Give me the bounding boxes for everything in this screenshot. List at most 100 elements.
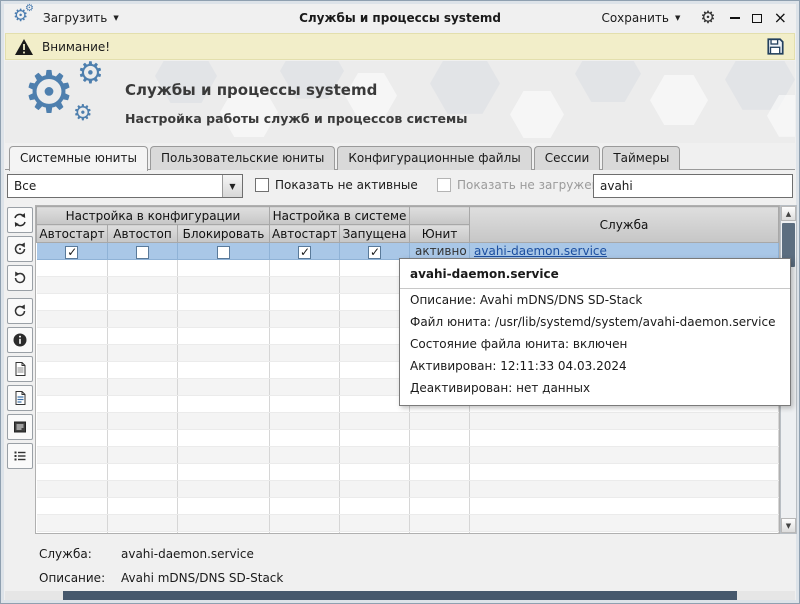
running-checkbox[interactable] xyxy=(368,246,381,259)
close-button[interactable]: × xyxy=(774,13,787,23)
empty-cell xyxy=(37,328,108,345)
autostart-system-checkbox[interactable] xyxy=(298,246,311,259)
show-inactive-checkbox[interactable]: Показать не активные xyxy=(255,178,418,192)
block-checkbox[interactable] xyxy=(217,246,230,259)
tab-config-files[interactable]: Конфигурационные файлы xyxy=(337,146,531,170)
tooltip-title: avahi-daemon.service xyxy=(400,265,790,289)
empty-cell xyxy=(410,515,470,532)
redo-icon xyxy=(12,270,28,286)
empty-cell xyxy=(270,447,340,464)
history-icon xyxy=(12,241,28,257)
table-row[interactable] xyxy=(37,515,779,532)
empty-cell xyxy=(270,464,340,481)
empty-cell xyxy=(270,413,340,430)
save-file-icon-button[interactable] xyxy=(765,36,786,57)
tab-system-units[interactable]: Системные юниты xyxy=(9,146,148,171)
tooltip-unit-file: Файл юнита: /usr/lib/systemd/system/avah… xyxy=(410,311,780,333)
list-button[interactable] xyxy=(7,443,33,469)
empty-cell xyxy=(410,481,470,498)
search-input[interactable] xyxy=(593,174,793,198)
empty-cell xyxy=(270,396,340,413)
checkbox-box xyxy=(437,178,451,192)
info-button[interactable] xyxy=(7,327,33,353)
empty-cell xyxy=(178,345,270,362)
file-edit-button[interactable] xyxy=(7,385,33,411)
horizontal-scrollbar-thumb[interactable] xyxy=(63,591,737,600)
horizontal-scrollbar[interactable] xyxy=(5,591,795,600)
hexagon-shape xyxy=(650,75,708,125)
table-row[interactable] xyxy=(37,498,779,515)
settings-gear-button[interactable]: ⚙ xyxy=(700,8,715,28)
table-row[interactable] xyxy=(37,532,779,535)
hexagon-shape xyxy=(510,91,564,138)
empty-cell xyxy=(178,311,270,328)
checkbox-box[interactable] xyxy=(255,178,269,192)
page-title: Службы и процессы systemd xyxy=(125,81,377,99)
column-header-block[interactable]: Блокировать xyxy=(178,225,270,243)
hexagon-shape xyxy=(430,61,500,114)
autostop-checkbox[interactable] xyxy=(136,246,149,259)
maximize-button[interactable] xyxy=(752,14,762,23)
refresh-button[interactable] xyxy=(7,207,33,233)
undo-button[interactable] xyxy=(7,298,33,324)
empty-cell xyxy=(340,430,410,447)
tab-user-units[interactable]: Пользовательские юниты xyxy=(150,146,335,170)
gears-logo: ⚙ ⚙ ⚙ xyxy=(23,67,123,139)
table-row[interactable] xyxy=(37,447,779,464)
empty-cell xyxy=(37,515,108,532)
table-row[interactable] xyxy=(37,481,779,498)
empty-cell xyxy=(37,379,108,396)
empty-cell xyxy=(178,515,270,532)
service-link[interactable]: avahi-daemon.service xyxy=(474,244,607,258)
column-header-autostart-config[interactable]: Автостарт xyxy=(37,225,108,243)
save-button[interactable]: Сохранить ▼ xyxy=(595,8,686,28)
revert-button[interactable] xyxy=(7,236,33,262)
empty-cell xyxy=(37,532,108,535)
empty-cell xyxy=(270,515,340,532)
autostart-config-checkbox[interactable] xyxy=(65,246,78,259)
empty-cell xyxy=(108,328,178,345)
empty-cell xyxy=(178,328,270,345)
tab-timers[interactable]: Таймеры xyxy=(602,146,680,170)
column-header-autostop[interactable]: Автостоп xyxy=(108,225,178,243)
column-header-unit[interactable]: Юнит xyxy=(410,225,470,243)
column-header-running[interactable]: Запущена xyxy=(340,225,410,243)
scope-select[interactable]: Все ▼ xyxy=(7,174,243,198)
group-header-config[interactable]: Настройка в конфигурации xyxy=(37,207,270,225)
table-row[interactable] xyxy=(37,464,779,481)
group-header-system[interactable]: Настройка в системе xyxy=(270,207,410,225)
empty-cell xyxy=(108,532,178,535)
table-row-selected[interactable]: активно avahi-daemon.service xyxy=(37,243,779,260)
refresh-icon xyxy=(12,212,28,228)
minimize-button[interactable] xyxy=(730,17,740,19)
chevron-down-icon: ▼ xyxy=(675,14,680,22)
empty-cell xyxy=(270,379,340,396)
combo-dropdown-button[interactable]: ▼ xyxy=(222,175,242,197)
empty-cell xyxy=(37,277,108,294)
load-button[interactable]: Загрузить ▼ xyxy=(37,8,125,28)
scroll-down-button[interactable]: ▼ xyxy=(781,518,796,533)
empty-cell xyxy=(340,413,410,430)
empty-cell xyxy=(108,277,178,294)
tooltip-deactivated: Деактивирован: нет данных xyxy=(410,377,780,399)
empty-cell xyxy=(37,430,108,447)
empty-cell xyxy=(37,396,108,413)
table-row[interactable] xyxy=(37,413,779,430)
empty-cell xyxy=(178,362,270,379)
column-header-service[interactable]: Служба xyxy=(470,207,779,243)
journal-button[interactable] xyxy=(7,414,33,440)
empty-cell xyxy=(270,345,340,362)
empty-cell xyxy=(470,413,779,430)
unit-file-button[interactable] xyxy=(7,356,33,382)
empty-cell xyxy=(108,447,178,464)
table-row[interactable] xyxy=(37,430,779,447)
empty-cell xyxy=(178,464,270,481)
redo-button[interactable] xyxy=(7,265,33,291)
empty-cell xyxy=(270,498,340,515)
empty-cell xyxy=(270,481,340,498)
tooltip-file-state: Состояние файла юнита: включен xyxy=(410,333,780,355)
scroll-up-button[interactable]: ▲ xyxy=(781,206,796,221)
tab-sessions[interactable]: Сессии xyxy=(534,146,601,170)
empty-cell xyxy=(178,430,270,447)
column-header-autostart-system[interactable]: Автостарт xyxy=(270,225,340,243)
